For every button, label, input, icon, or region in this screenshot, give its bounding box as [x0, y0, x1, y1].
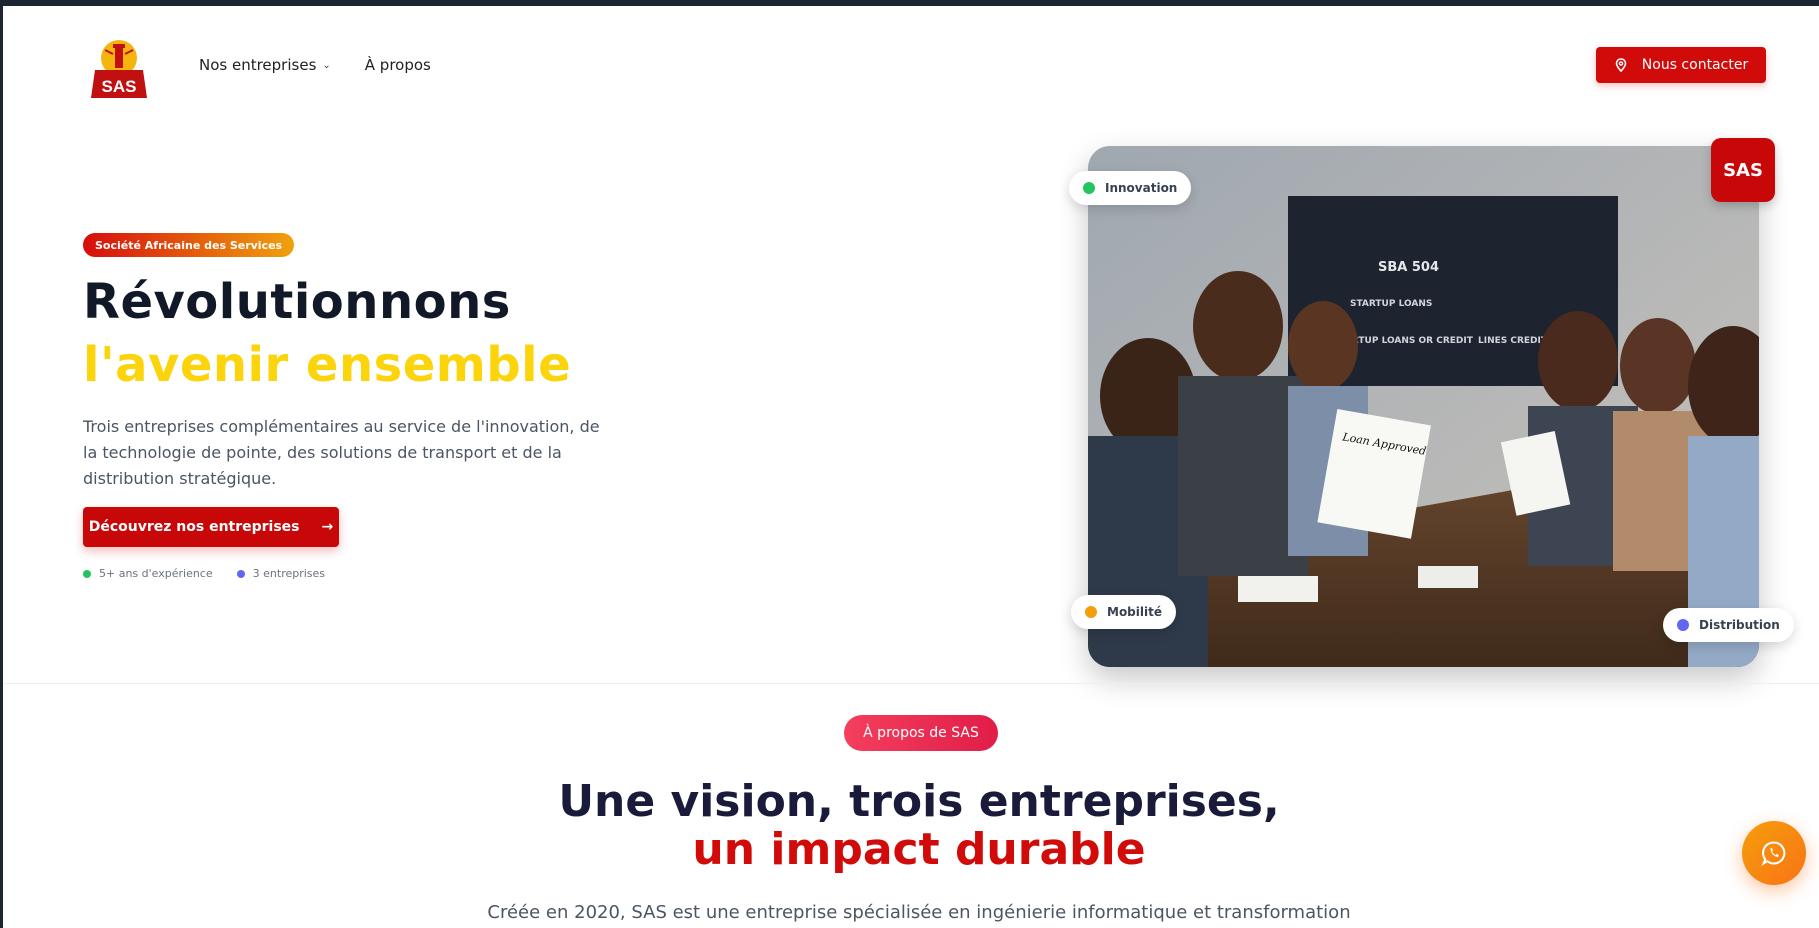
- contact-label: Nous contacter: [1641, 57, 1749, 73]
- screen-text: LINES CREDIT: [1478, 336, 1548, 346]
- blue-dot-icon: [236, 569, 245, 578]
- chevron-down-icon: ⌄: [322, 59, 331, 71]
- blue-dot-icon: [1677, 619, 1689, 631]
- pill-label: Innovation: [1105, 181, 1178, 195]
- about-title-line2: un impact durable: [692, 824, 1146, 875]
- logo-text: SAS: [102, 77, 137, 96]
- whatsapp-button[interactable]: [1742, 821, 1806, 885]
- about-description: Créée en 2020, SAS est une entreprise sp…: [487, 902, 1351, 923]
- hero-description: Trois entreprises complémentaires au ser…: [83, 417, 600, 488]
- pill-mobilite: Mobilité: [1071, 595, 1176, 629]
- hero-photo: SBA 504 STARTUP LOANS STARTUP LOANS OR C…: [1088, 146, 1759, 667]
- stat-experience: 5+ ans d'expérience: [83, 567, 213, 580]
- section-divider: [3, 683, 1819, 684]
- arrow-right-icon: →: [321, 519, 334, 535]
- screen-text: SBA 504: [1378, 260, 1439, 275]
- stat-companies: 3 entreprises: [236, 567, 326, 580]
- pill-label: Mobilité: [1107, 605, 1162, 619]
- hero-title-line2: l'avenir ensemble: [83, 337, 572, 393]
- stat-label: 3 entreprises: [252, 567, 326, 580]
- nav-label: À propos: [364, 56, 431, 74]
- green-dot-icon: [1083, 182, 1095, 194]
- hero-title-line1: Révolutionnons: [83, 274, 511, 330]
- green-dot-icon: [83, 569, 91, 578]
- hero-badge: Société Africaine des Services: [83, 233, 295, 257]
- page: SAS Nos entreprises ⌄ À propos Nous cont…: [3, 6, 1819, 928]
- about-badge: À propos de SAS: [844, 715, 998, 751]
- main-nav: Nos entreprises ⌄ À propos: [199, 56, 431, 74]
- pill-label: Distribution: [1699, 618, 1780, 632]
- map-pin-icon: [1615, 58, 1627, 72]
- pill-distribution: Distribution: [1663, 608, 1794, 642]
- about-title-line1: Une vision, trois entreprises,: [558, 776, 1280, 827]
- sas-corner-tag: SAS: [1711, 138, 1775, 202]
- orange-dot-icon: [1085, 606, 1097, 618]
- nav-label: Nos entreprises: [199, 56, 317, 74]
- hero-stats: 5+ ans d'expérience 3 entreprises: [83, 567, 325, 580]
- screen-text: STARTUP LOANS: [1350, 299, 1432, 309]
- contact-button[interactable]: Nous contacter: [1596, 47, 1766, 83]
- cta-label: Découvrez nos entreprises: [88, 519, 300, 535]
- nav-item-a-propos[interactable]: À propos: [365, 56, 431, 74]
- stat-label: 5+ ans d'expérience: [99, 567, 213, 580]
- whatsapp-icon: [1761, 841, 1786, 866]
- discover-companies-button[interactable]: Découvrez nos entreprises →: [83, 507, 339, 547]
- pill-innovation: Innovation: [1069, 171, 1192, 205]
- nav-item-nos-entreprises[interactable]: Nos entreprises ⌄: [199, 56, 331, 74]
- sas-logo[interactable]: SAS: [91, 36, 147, 100]
